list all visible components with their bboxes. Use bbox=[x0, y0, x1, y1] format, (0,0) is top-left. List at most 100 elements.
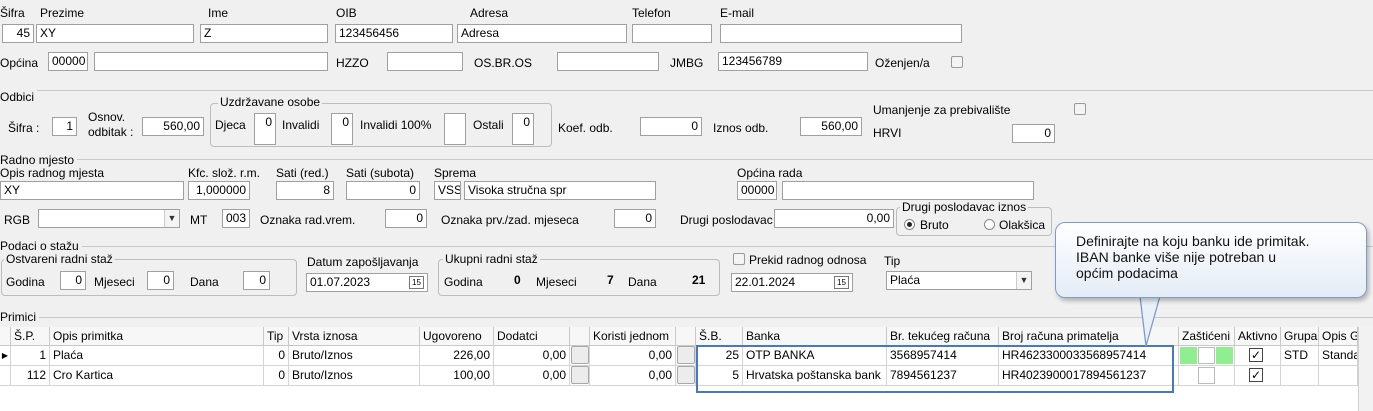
chevron-down-icon[interactable]: ▼ bbox=[1016, 272, 1031, 289]
jmbg-field[interactable]: 123456789 bbox=[718, 52, 868, 71]
cell-vrsta[interactable]: Bruto/Iznos bbox=[289, 346, 420, 366]
sprema-field[interactable]: Visoka stručna spr bbox=[464, 181, 656, 200]
cell-dodatci[interactable]: 0,00 bbox=[494, 346, 570, 366]
cell-opis-g[interactable]: Standa bbox=[1319, 346, 1358, 366]
label-invalidi100: Invalidi 100% bbox=[360, 118, 432, 132]
label-oib: OIB bbox=[336, 6, 357, 20]
info-callout: Definirajte na koju banku ide primitak. … bbox=[1055, 222, 1367, 298]
umanjenje-checkbox[interactable] bbox=[1074, 103, 1086, 115]
col-ugovoreno[interactable]: Ugovoreno bbox=[420, 327, 494, 346]
calendar-icon[interactable]: 15 bbox=[834, 276, 849, 289]
cell-dodatci-btn bbox=[570, 366, 590, 386]
osbros-field[interactable] bbox=[557, 52, 659, 71]
prekid-datum-field[interactable]: 22.01.2024 15 bbox=[731, 273, 853, 292]
label-prezime: Prezime bbox=[40, 6, 85, 20]
col-dodatci[interactable]: Dodatci bbox=[494, 327, 570, 346]
mjeseci-field[interactable]: 0 bbox=[147, 271, 174, 290]
label-datum-zaposljavanja: Datum zapošljavanja bbox=[307, 255, 419, 269]
telefon-field[interactable] bbox=[632, 24, 712, 43]
zasticeni-indicator bbox=[1180, 347, 1197, 364]
osnov-odbitak-field[interactable]: 560,00 bbox=[142, 117, 204, 136]
rgb-select[interactable]: ▼ bbox=[38, 209, 180, 228]
tip-select[interactable]: Plaća ▼ bbox=[886, 271, 1032, 290]
col-koristi[interactable]: Koristi jednom bbox=[590, 327, 676, 346]
cell-koristi-btn bbox=[676, 366, 696, 386]
invalidi100-field[interactable] bbox=[444, 113, 466, 145]
cell-ugovoreno[interactable]: 100,00 bbox=[420, 366, 494, 386]
cell-grupa[interactable]: STD bbox=[1281, 346, 1319, 366]
opcina-code-field[interactable]: 00000 bbox=[48, 52, 88, 71]
ime-field[interactable]: Z bbox=[200, 24, 328, 43]
ozenjen-checkbox[interactable] bbox=[951, 56, 963, 68]
sifra-field[interactable]: 45 bbox=[2, 24, 34, 43]
kfc-field[interactable]: 1,000000 bbox=[188, 181, 250, 200]
chevron-down-icon[interactable]: ▼ bbox=[164, 210, 179, 227]
cell-sp[interactable]: 112 bbox=[11, 366, 50, 386]
calendar-icon[interactable]: 15 bbox=[409, 276, 424, 289]
oib-field[interactable]: 123456456 bbox=[335, 24, 453, 43]
oznaka-rv-field[interactable]: 0 bbox=[385, 209, 427, 228]
ostali-field[interactable]: 0 bbox=[512, 113, 534, 145]
bruto-radio[interactable] bbox=[904, 219, 915, 230]
opis-rm-field[interactable]: XY bbox=[0, 181, 184, 200]
iznos-odb-field[interactable]: 560,00 bbox=[800, 117, 862, 136]
cell-grupa[interactable] bbox=[1281, 366, 1319, 386]
hzzo-field[interactable] bbox=[387, 52, 463, 71]
cell-opis[interactable]: Plaća bbox=[50, 346, 264, 366]
olaksica-radio[interactable] bbox=[984, 219, 995, 230]
col-banka[interactable]: Banka bbox=[743, 327, 887, 346]
col-tekuci[interactable]: Br. tekućeg računa bbox=[887, 327, 999, 346]
sati-red-field[interactable]: 8 bbox=[276, 181, 334, 200]
koef-field[interactable]: 0 bbox=[640, 117, 702, 136]
drugi-poslodavac-field[interactable]: 0,00 bbox=[774, 209, 894, 228]
prekid-checkbox[interactable] bbox=[733, 253, 745, 265]
row-indicator bbox=[0, 366, 11, 386]
cell-opis-g[interactable] bbox=[1319, 366, 1358, 386]
zasticeni-checkbox[interactable] bbox=[1198, 367, 1215, 384]
odbici-sifra-field[interactable]: 1 bbox=[52, 117, 77, 136]
mt-field[interactable]: 003 bbox=[222, 209, 250, 228]
opcina-rada-code-field[interactable]: 00000 bbox=[737, 181, 777, 200]
dana-field[interactable]: 0 bbox=[243, 271, 270, 290]
col-sb[interactable]: Š.B. bbox=[696, 327, 743, 346]
cell-tip[interactable]: 0 bbox=[264, 366, 289, 386]
hrvi-field[interactable]: 0 bbox=[1012, 124, 1055, 143]
col-aktivno[interactable]: Aktivno bbox=[1235, 327, 1281, 346]
invalidi-field[interactable]: 0 bbox=[331, 113, 353, 145]
col-tip[interactable]: Tip bbox=[264, 327, 289, 346]
datum-zaposljavanja-field[interactable]: 01.07.2023 15 bbox=[306, 273, 428, 292]
koristi-button[interactable] bbox=[677, 366, 695, 384]
grid-scrollbar[interactable] bbox=[1358, 327, 1373, 411]
opcina-rada-field[interactable] bbox=[782, 181, 1034, 200]
cell-dodatci[interactable]: 0,00 bbox=[494, 366, 570, 386]
col-opis[interactable]: Opis primitka bbox=[50, 327, 264, 346]
aktivno-checkbox[interactable]: ✓ bbox=[1249, 348, 1263, 362]
cell-tip[interactable]: 0 bbox=[264, 346, 289, 366]
koristi-button[interactable] bbox=[677, 346, 695, 364]
godina-field[interactable]: 0 bbox=[60, 271, 86, 290]
col-sp[interactable]: Š.P. bbox=[11, 327, 50, 346]
col-grupa[interactable]: Grupa bbox=[1281, 327, 1319, 346]
cell-opis[interactable]: Cro Kartica bbox=[50, 366, 264, 386]
cell-koristi[interactable]: 0,00 bbox=[590, 366, 676, 386]
email-field[interactable] bbox=[720, 24, 962, 43]
sprema-code-field[interactable]: VSS bbox=[434, 181, 461, 200]
dodatci-button[interactable] bbox=[571, 346, 589, 364]
label-oznaka-pz: Oznaka prv./zad. mjeseca bbox=[441, 213, 579, 227]
sati-sub-field[interactable]: 0 bbox=[346, 181, 420, 200]
prezime-field[interactable]: XY bbox=[36, 24, 194, 43]
col-vrsta[interactable]: Vrsta iznosa bbox=[289, 327, 420, 346]
col-zasticeni[interactable]: Zaštićeni bbox=[1179, 327, 1235, 346]
adresa-field[interactable]: Adresa bbox=[457, 24, 627, 43]
aktivno-checkbox[interactable]: ✓ bbox=[1249, 368, 1263, 382]
cell-vrsta[interactable]: Bruto/Iznos bbox=[289, 366, 420, 386]
cell-sp[interactable]: 1 bbox=[11, 346, 50, 366]
cell-ugovoreno[interactable]: 226,00 bbox=[420, 346, 494, 366]
zasticeni-checkbox[interactable] bbox=[1198, 347, 1215, 364]
cell-koristi[interactable]: 0,00 bbox=[590, 346, 676, 366]
djeca-field[interactable]: 0 bbox=[254, 113, 276, 145]
opcina-name-field[interactable] bbox=[94, 52, 328, 71]
col-opis-g[interactable]: Opis G bbox=[1319, 327, 1358, 346]
oznaka-pz-field[interactable]: 0 bbox=[614, 209, 656, 228]
dodatci-button[interactable] bbox=[571, 366, 589, 384]
